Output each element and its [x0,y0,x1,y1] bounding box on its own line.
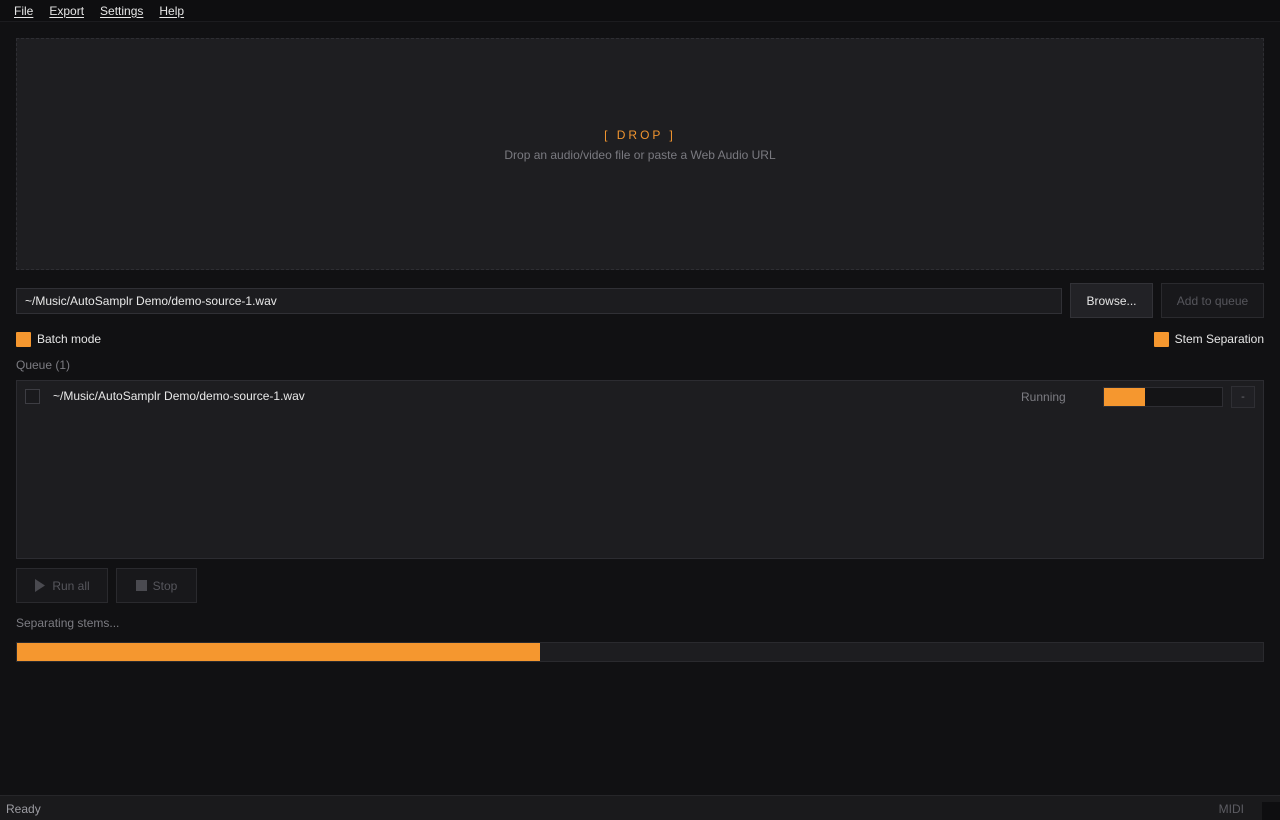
queue-item-status: Running [1021,390,1066,404]
menu-export[interactable]: Export [41,0,92,22]
stop-label: Stop [152,578,178,593]
drop-zone-subtitle: Drop an audio/video file or paste a Web … [504,148,776,162]
job-status-text: Separating stems... [16,616,120,630]
menu-file[interactable]: File [6,0,41,22]
stop-icon [135,580,147,591]
menu-bar: File Export Settings Help [0,0,1280,22]
queue-item[interactable]: ~/Music/AutoSamplr Demo/demo-source-1.wa… [17,381,1263,413]
run-all-button[interactable]: Run all [16,568,108,603]
stop-button[interactable]: Stop [116,568,197,603]
add-to-queue-button[interactable]: Add to queue [1161,283,1264,318]
play-icon [34,579,46,592]
job-progress-fill [17,643,541,661]
stem-separation-label: Stem Separation [1174,332,1264,346]
queue-item-remove-button[interactable]: - [1231,386,1255,408]
queue-item-checkbox[interactable] [25,389,40,404]
stem-separation-checkbox[interactable] [1153,331,1169,347]
stem-separation-toggle[interactable]: Stem Separation [1153,331,1264,347]
midi-indicator: MIDI [1218,802,1244,816]
job-progress-bar [16,642,1264,662]
queue-item-progress-bar [1103,387,1223,407]
resize-grip[interactable] [1262,802,1280,820]
browse-button[interactable]: Browse... [1070,283,1153,318]
drop-zone[interactable]: [ DROP ] Drop an audio/video file or pas… [16,38,1264,270]
batch-mode-toggle[interactable]: Batch mode [16,331,101,347]
run-all-label: Run all [52,578,90,593]
drop-zone-title: [ DROP ] [604,128,676,142]
queue-item-path: ~/Music/AutoSamplr Demo/demo-source-1.wa… [53,389,305,403]
queue-item-progress-fill [1104,388,1146,406]
batch-mode-checkbox[interactable] [16,331,31,347]
menu-settings[interactable]: Settings [92,0,151,22]
queue-list: ~/Music/AutoSamplr Demo/demo-source-1.wa… [16,380,1264,559]
status-bar: Ready MIDI [0,795,1280,820]
status-bar-text: Ready [6,802,41,816]
menu-help[interactable]: Help [151,0,192,22]
queue-label: Queue (1) [16,358,71,372]
batch-mode-label: Batch mode [37,332,102,346]
source-path-input[interactable] [16,288,1062,314]
